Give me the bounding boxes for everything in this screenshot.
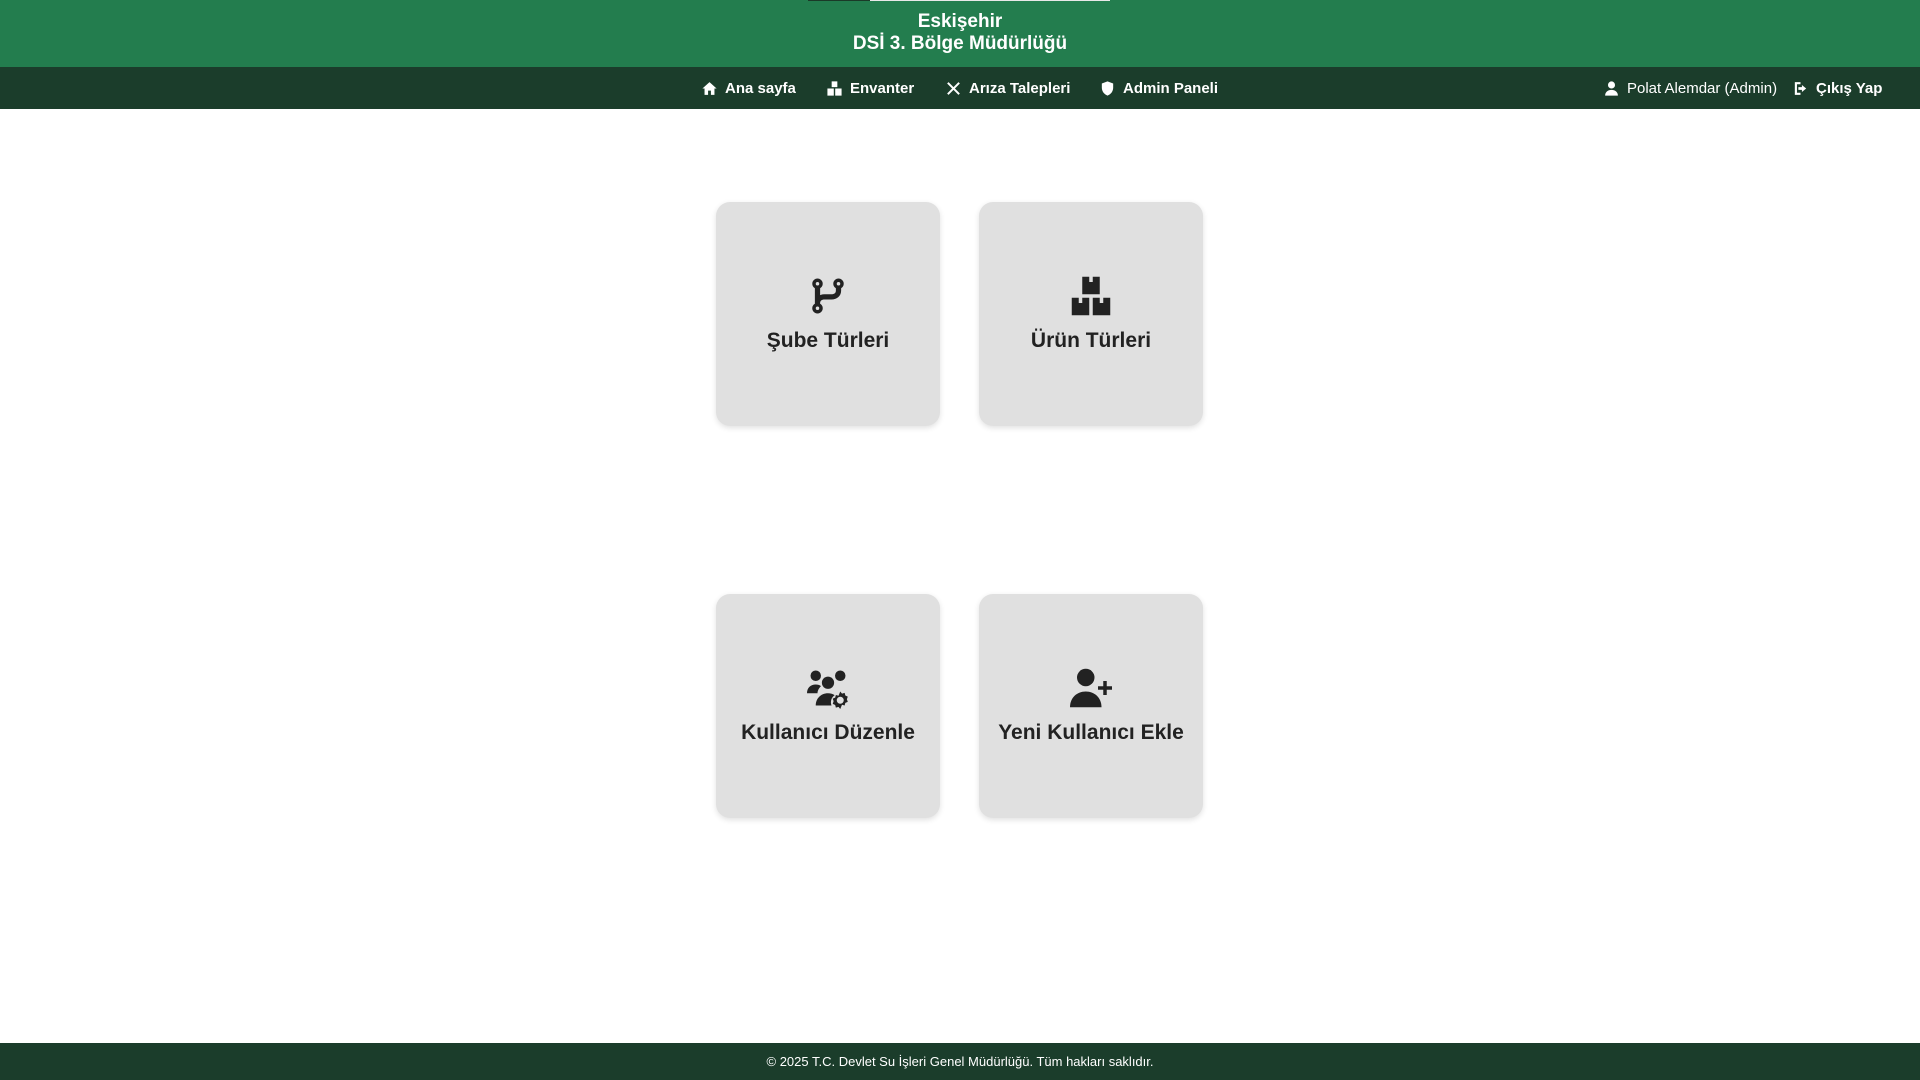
user-plus-icon [1070,668,1112,708]
shield-icon [1101,80,1114,96]
tools-icon [947,81,960,95]
nav-inventory-link[interactable]: Envanter [826,67,914,109]
main-navbar: Ana sayfa Envanter Arıza Talepleri Admin… [0,67,1920,109]
header-organization: DSİ 3. Bölge Müdürlüğü [852,33,1068,54]
header-city: Eskişehir [917,11,1003,32]
site-footer: © 2025 T.C. Devlet Su İşleri Genel Müdür… [0,1043,1920,1080]
admin-dashboard: Şube Türleri Ürün Türleri Kullanıcı Düze… [0,109,1920,1043]
card-product-types-label: Ürün Türleri [1030,329,1152,352]
home-icon [702,81,717,95]
nav-home-label: Ana sayfa [725,79,796,97]
card-product-types[interactable]: Ürün Türleri [979,202,1203,426]
site-header: Eskişehir DSİ 3. Bölge Müdürlüğü [0,0,1920,67]
nav-logout-link[interactable]: Çıkış Yap [1792,67,1882,109]
boxes-icon [827,80,842,96]
nav-user-label: Polat Alemdar (Admin) [1627,79,1778,97]
nav-user-profile[interactable]: Polat Alemdar (Admin) [1603,67,1777,109]
nav-admin-panel-label: Admin Paneli [1123,79,1219,97]
card-edit-users-label: Kullanıcı Düzenle [741,721,915,744]
nav-inventory-label: Envanter [850,79,915,97]
nav-fault-requests-link[interactable]: Arıza Talepleri [945,67,1070,109]
users-gear-icon [807,670,848,709]
header-accent-line [808,0,870,1]
card-add-new-user-label: Yeni Kullanıcı Ekle [998,721,1184,744]
user-icon [1605,80,1618,96]
nav-logout-label: Çıkış Yap [1816,79,1883,97]
footer-copyright: © 2025 T.C. Devlet Su İşleri Genel Müdür… [766,1054,1154,1069]
card-edit-users[interactable]: Kullanıcı Düzenle [716,594,940,818]
card-add-new-user[interactable]: Yeni Kullanıcı Ekle [979,594,1203,818]
nav-admin-panel-link[interactable]: Admin Paneli [1099,67,1218,109]
logout-icon [1794,81,1807,95]
card-branch-types[interactable]: Şube Türleri [716,202,940,426]
code-branch-icon [812,278,844,314]
card-branch-types-label: Şube Türleri [766,329,890,352]
header-accent-line-light [870,0,1110,1]
nav-home-link[interactable]: Ana sayfa [701,67,796,109]
boxes-icon [1071,276,1111,316]
nav-fault-requests-label: Arıza Talepleri [969,79,1071,97]
